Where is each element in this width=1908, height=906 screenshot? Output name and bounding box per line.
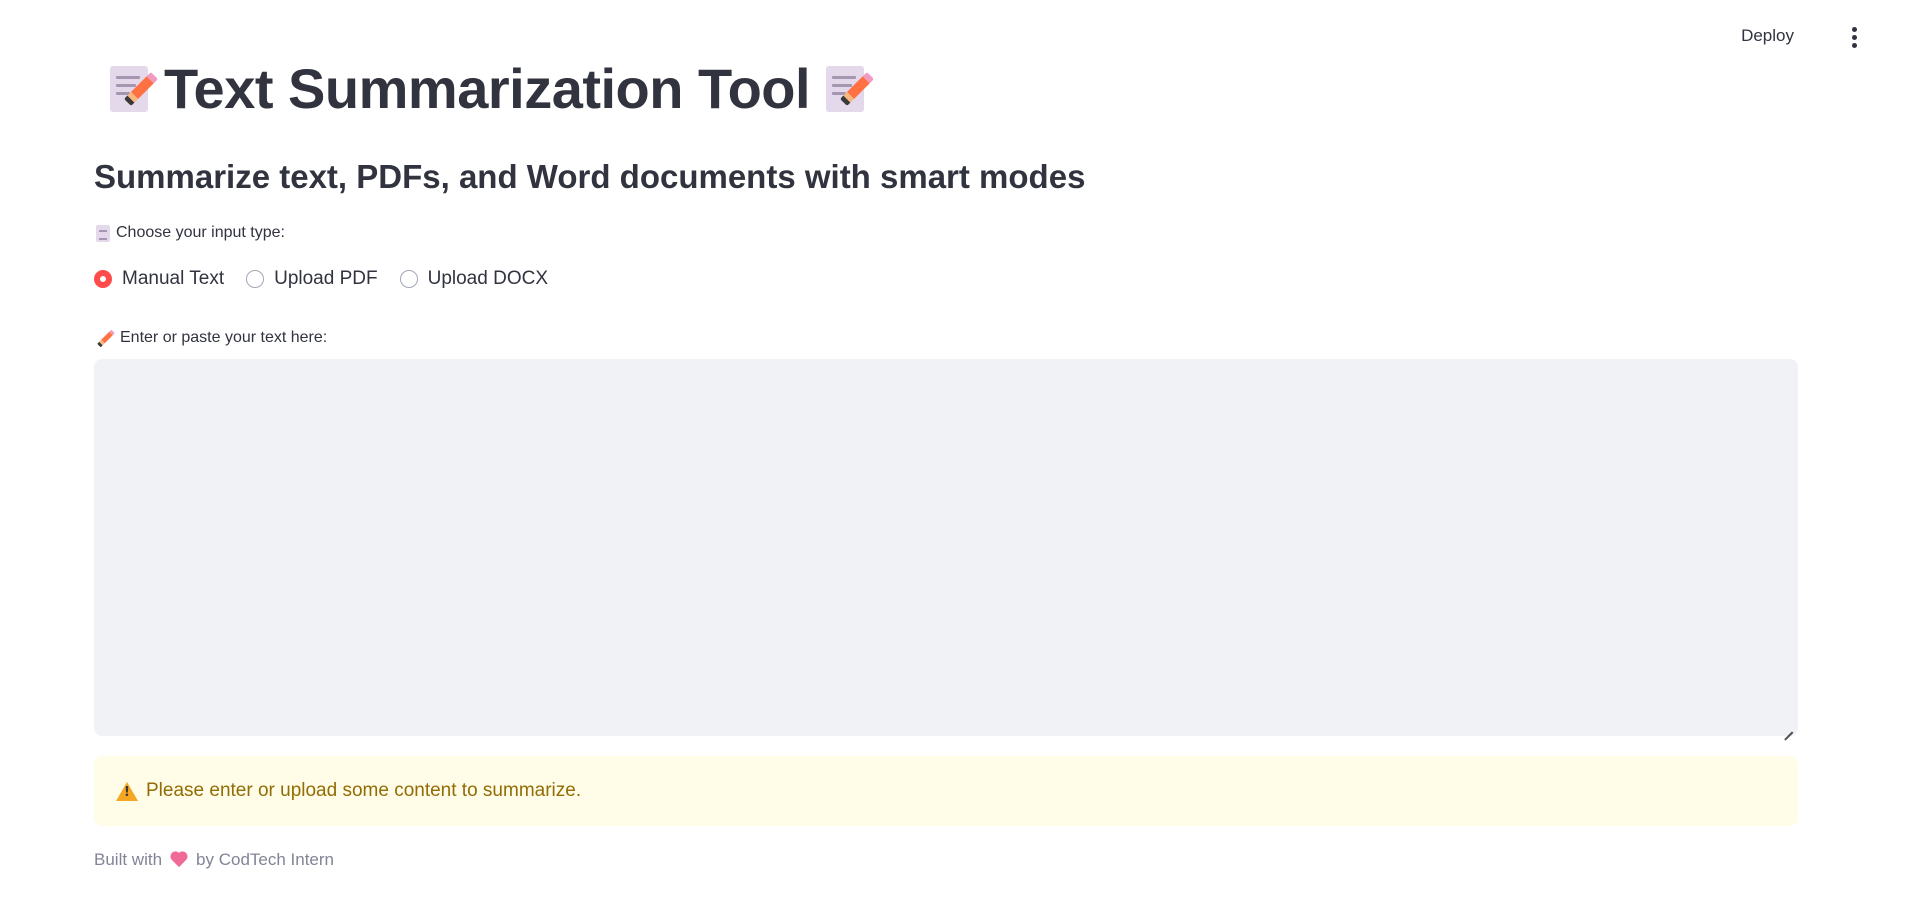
memo-icon: [822, 62, 875, 116]
pencil-icon: [96, 329, 114, 347]
memo-icon: [106, 62, 158, 116]
footer-prefix: Built with: [94, 850, 163, 869]
radio-indicator[interactable]: [246, 270, 265, 288]
page-title: Text Summarization Tool: [106, 56, 875, 121]
radio-indicator[interactable]: [399, 270, 418, 288]
input-type-label-text: Choose your input type:: [116, 224, 285, 241]
warning-message: Please enter or upload some content to s…: [146, 780, 582, 801]
text-input-label: Enter or paste your text here:: [96, 329, 327, 347]
radio-label: Upload PDF: [274, 268, 378, 289]
document-icon: [96, 224, 110, 242]
input-type-label: Choose your input type:: [96, 224, 285, 242]
resize-handle-icon[interactable]: [1783, 722, 1793, 732]
heart-icon: [170, 852, 188, 868]
kebab-menu-icon[interactable]: [1844, 24, 1864, 50]
deploy-button[interactable]: Deploy: [1735, 22, 1800, 50]
page-subtitle: Summarize text, PDFs, and Word documents…: [94, 158, 1086, 195]
input-type-radio-group: Manual Text Upload PDF Upload DOCX: [94, 268, 548, 290]
warning-icon: [116, 781, 138, 801]
radio-upload-docx[interactable]: Upload DOCX: [399, 268, 548, 290]
footer-suffix: by CodTech Intern: [196, 850, 334, 869]
radio-selected-indicator[interactable]: [94, 270, 112, 288]
radio-label: Manual Text: [122, 268, 225, 289]
text-input-area[interactable]: [94, 359, 1798, 736]
text-input-label-text: Enter or paste your text here:: [120, 329, 328, 346]
radio-label: Upload DOCX: [427, 268, 548, 289]
radio-manual-text[interactable]: Manual Text: [94, 268, 224, 290]
radio-upload-pdf[interactable]: Upload PDF: [246, 268, 378, 290]
footer: Built with by CodTech Intern: [94, 850, 334, 870]
page-title-text: Text Summarization Tool: [164, 57, 811, 120]
warning-alert: Please enter or upload some content to s…: [94, 756, 1798, 826]
